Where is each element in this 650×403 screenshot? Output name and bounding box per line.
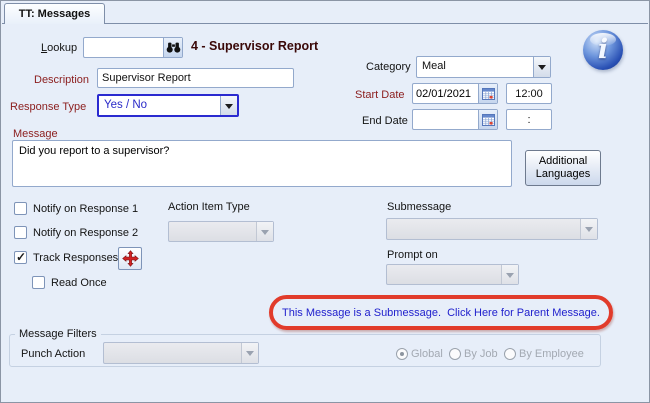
track-responses-move-button[interactable] bbox=[118, 247, 142, 270]
info-icon[interactable]: i bbox=[583, 30, 623, 70]
submessage-dropdown bbox=[386, 218, 598, 240]
start-time-input[interactable] bbox=[506, 83, 552, 104]
action-item-type-dropdown bbox=[168, 221, 274, 242]
punch-action-value bbox=[104, 343, 241, 363]
lookup-field-wrap bbox=[83, 37, 183, 58]
chevron-down-icon bbox=[225, 103, 233, 113]
read-once-label: Read Once bbox=[51, 277, 107, 289]
message-textarea[interactable]: Did you report to a supervisor? bbox=[12, 140, 512, 187]
by-employee-radio-label: By Employee bbox=[519, 348, 584, 360]
chevron-down-icon bbox=[261, 229, 269, 239]
response-type-dropdown[interactable]: Yes / No bbox=[97, 94, 239, 117]
end-date-input[interactable] bbox=[413, 110, 478, 129]
tab-label: TT: Messages bbox=[18, 8, 91, 20]
description-label: Description bbox=[34, 74, 90, 86]
end-date-label: End Date bbox=[362, 115, 408, 127]
tab-tt-messages[interactable]: TT: Messages bbox=[4, 3, 105, 24]
start-date-input[interactable] bbox=[413, 84, 478, 103]
response-type-label: Response Type bbox=[10, 101, 87, 113]
punch-action-dropdown-button bbox=[241, 343, 258, 363]
tt-messages-window: TT: Messages Lookup 4 - Supervisor Repor… bbox=[0, 0, 650, 403]
parent-message-link[interactable]: This Message is a Submessage. Click Here… bbox=[282, 307, 600, 319]
by-employee-radio bbox=[504, 348, 516, 360]
binoculars-icon bbox=[166, 42, 180, 53]
chevron-down-icon bbox=[538, 65, 546, 74]
message-filters-group-label: Message Filters bbox=[15, 328, 101, 340]
by-job-radio-label: By Job bbox=[464, 348, 498, 360]
lookup-label: Lookup bbox=[41, 42, 78, 54]
additional-languages-button[interactable]: Additional Languages bbox=[525, 150, 601, 186]
record-title: 4 - Supervisor Report bbox=[191, 39, 319, 53]
track-responses-checkbox[interactable] bbox=[14, 250, 27, 264]
end-time-input[interactable] bbox=[506, 109, 552, 130]
submessage-value bbox=[387, 219, 580, 239]
lookup-search-button[interactable] bbox=[163, 38, 182, 57]
prompt-on-dropdown bbox=[386, 264, 519, 285]
message-label: Message bbox=[13, 128, 58, 140]
start-date-field-wrap bbox=[412, 83, 498, 104]
track-responses-label: Track Responses bbox=[33, 252, 119, 264]
prompt-on-value bbox=[387, 265, 501, 284]
lookup-input[interactable] bbox=[84, 38, 163, 57]
additional-languages-line2: Languages bbox=[535, 168, 591, 180]
start-date-calendar-button[interactable] bbox=[478, 84, 497, 103]
global-radio bbox=[396, 348, 408, 360]
response-type-dropdown-button[interactable] bbox=[220, 96, 237, 115]
read-once-checkbox[interactable] bbox=[32, 276, 45, 289]
category-dropdown[interactable]: Meal bbox=[416, 56, 551, 78]
notify-on-response-2-label: Notify on Response 2 bbox=[33, 227, 139, 239]
action-item-type-label: Action Item Type bbox=[168, 201, 250, 213]
action-item-type-dropdown-button bbox=[256, 222, 273, 241]
category-label: Category bbox=[366, 61, 411, 73]
end-date-calendar-button[interactable] bbox=[478, 110, 497, 129]
calendar-icon bbox=[481, 87, 495, 100]
notify-on-response-1-label: Notify on Response 1 bbox=[33, 203, 139, 215]
chevron-down-icon bbox=[585, 227, 593, 236]
chevron-down-icon bbox=[246, 351, 254, 360]
start-date-label: Start Date bbox=[355, 89, 405, 101]
info-icon-glyph: i bbox=[597, 33, 609, 65]
response-type-value: Yes / No bbox=[104, 99, 148, 111]
category-value: Meal bbox=[422, 60, 446, 72]
description-input[interactable] bbox=[97, 68, 294, 88]
submessage-label: Submessage bbox=[387, 201, 452, 213]
end-date-field-wrap bbox=[412, 109, 498, 130]
annotation-oval: This Message is a Submessage. Click Here… bbox=[269, 295, 613, 330]
action-item-type-value bbox=[169, 222, 256, 241]
submessage-dropdown-button bbox=[580, 219, 597, 239]
global-radio-label: Global bbox=[411, 348, 443, 360]
punch-action-dropdown bbox=[103, 342, 259, 364]
notify-on-response-2-checkbox[interactable] bbox=[14, 226, 27, 239]
notify-on-response-1-checkbox[interactable] bbox=[14, 202, 27, 215]
category-dropdown-button[interactable] bbox=[533, 57, 550, 77]
calendar-icon bbox=[481, 113, 495, 126]
additional-languages-line1: Additional bbox=[538, 155, 588, 167]
chevron-down-icon bbox=[506, 272, 514, 282]
prompt-on-label: Prompt on bbox=[387, 249, 438, 261]
by-job-radio bbox=[449, 348, 461, 360]
move-arrows-icon bbox=[121, 250, 139, 267]
punch-action-label: Punch Action bbox=[21, 348, 86, 360]
prompt-on-dropdown-button bbox=[501, 265, 518, 284]
